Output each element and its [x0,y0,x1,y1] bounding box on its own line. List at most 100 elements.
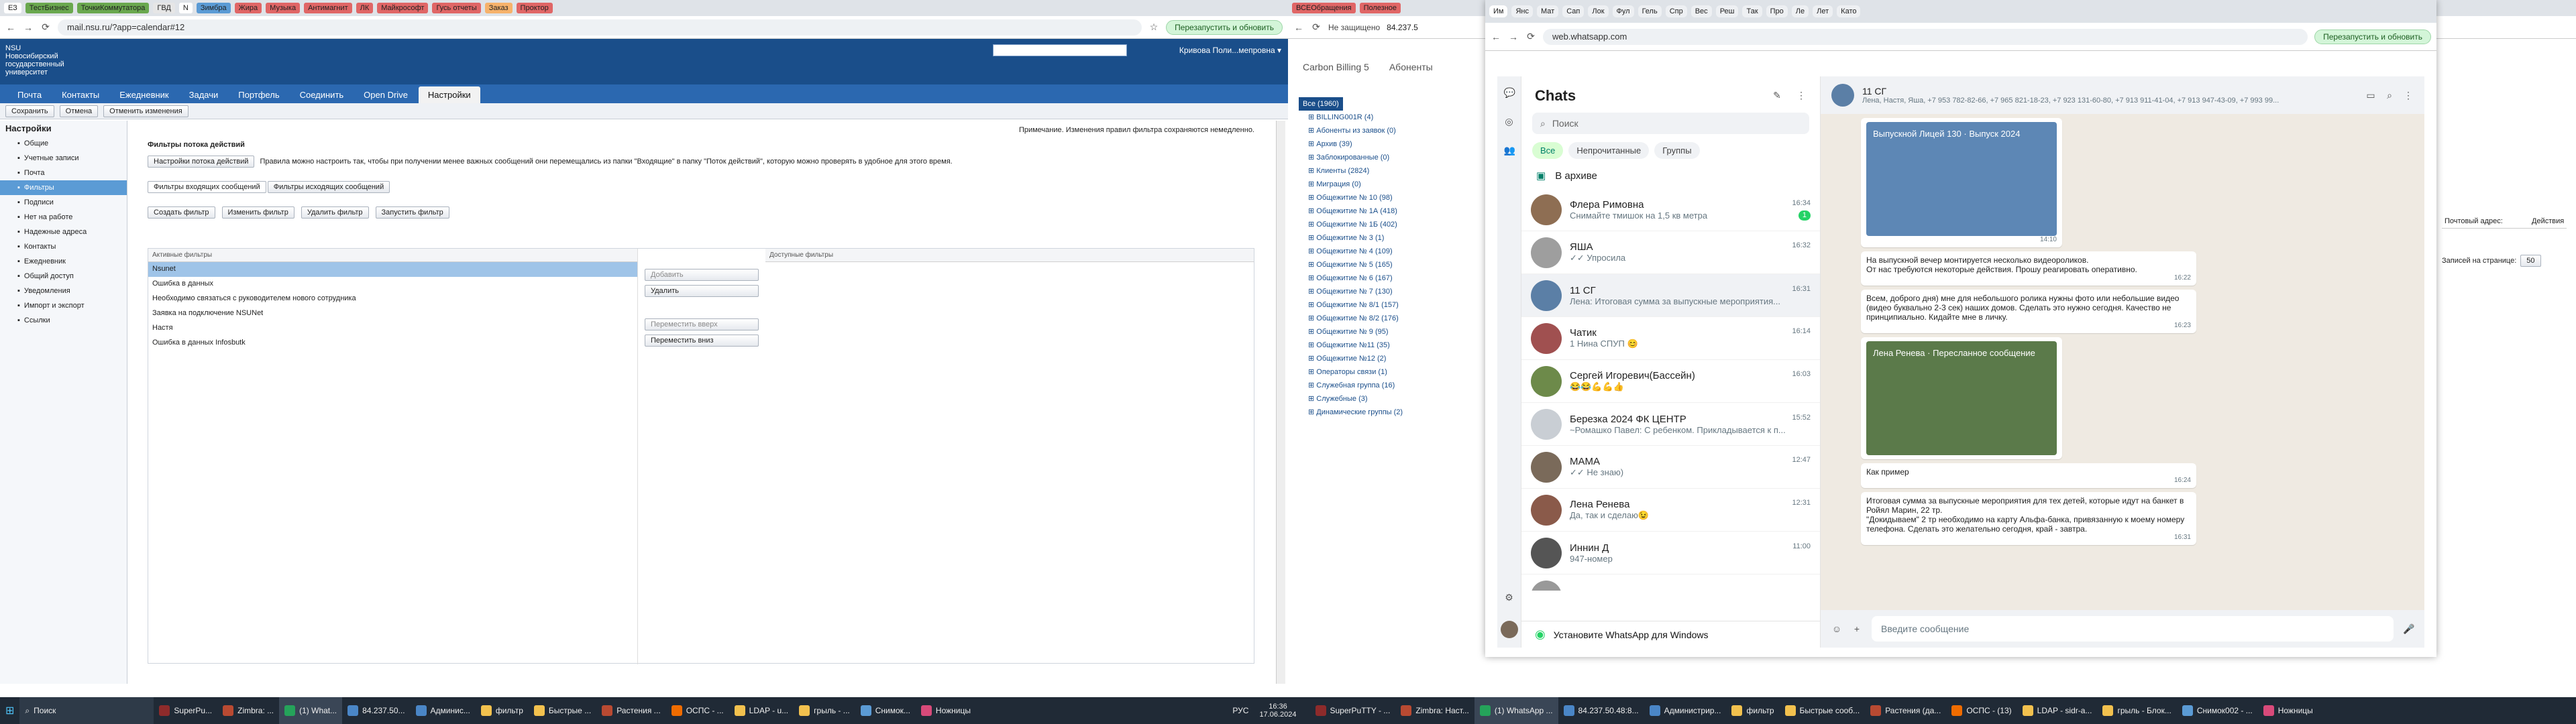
group-item[interactable]: Все (1960) [1299,97,1343,111]
bookmark[interactable]: Зимбра [196,3,231,13]
chat-list-item[interactable]: Сергей Игоревич(Бассейн) 16:03 😂😂💪💪👍 [1521,360,1820,403]
subscribers-tab[interactable]: Абоненты [1389,62,1433,72]
group-item[interactable]: ⊞ Архив (39) [1288,137,1483,151]
filter-tab[interactable]: Фильтры входящих сообщений [148,181,266,193]
bookmark[interactable]: Проктор [516,3,553,13]
taskbar-app[interactable]: LDAP - sidr-a... [2017,697,2098,724]
bookmark[interactable]: Жира [234,3,262,13]
chat-list-item[interactable]: Березка 2024 ФК ЦЕНТР 15:52 ~Ромашко Павел… [1521,403,1820,446]
move-up-button[interactable]: Переместить вверх [645,318,759,330]
sidebar-item[interactable]: ▪ Фильтры [0,180,127,195]
reload-icon[interactable]: ⟳ [1525,31,1536,42]
communities-icon[interactable]: 👥 [1504,145,1515,156]
cancel-button[interactable]: Отмена [59,105,99,117]
filter-chip[interactable]: Непрочитанные [1568,142,1650,159]
group-item[interactable]: ⊞ Общежитие №12 (2) [1288,352,1483,365]
sidebar-item[interactable]: ▪ Ежедневник [0,254,127,269]
browser-tab[interactable]: Мат [1537,5,1559,17]
bookmark[interactable]: Антимагнит [304,3,352,13]
nav-tab[interactable]: Портфель [229,86,288,103]
browser-tab[interactable]: Лет [1813,5,1833,17]
bookmark[interactable]: Заказ [484,3,513,13]
taskbar-app[interactable]: фильтр [1726,697,1779,724]
group-item[interactable]: ⊞ Общежитие №11 (35) [1288,339,1483,352]
forward-icon[interactable]: → [23,22,34,33]
bookmark[interactable]: ГВД [153,3,175,13]
bookmark[interactable]: Полезное [1359,3,1401,13]
chat-list-item[interactable]: Лена Ренева 12:31 Да, так и сделаю😉 [1521,489,1820,532]
taskbar-app[interactable]: SuperPuTTY - ... [1310,697,1396,724]
bookmark[interactable]: ТестБизнес [25,3,73,13]
group-item[interactable]: ⊞ Общежитие № 10 (98) [1288,191,1483,204]
group-item[interactable]: ⊞ Общежитие № 5 (165) [1288,258,1483,272]
filter-row[interactable]: Необходимо связаться с руководителем нов… [148,292,637,306]
forward-icon[interactable]: → [1508,32,1519,42]
filter-action-button[interactable]: Создать фильтр [148,206,215,219]
taskbar-app[interactable]: Zimbra: Наст... [1395,697,1474,724]
sidebar-item[interactable]: ▪ Подписи [0,195,127,210]
group-item[interactable]: ⊞ Общежитие № 3 (1) [1288,231,1483,245]
language-indicator[interactable]: РУС [1227,697,1254,724]
taskbar-app[interactable]: Снимок002 - ... [2177,697,2258,724]
nav-tab[interactable]: Ежедневник [110,86,178,103]
taskbar-app[interactable]: 84.237.50... [342,697,410,724]
conversation-header[interactable]: 11 СГ Лена, Настя, Яша, +7 953 782-82-66… [1821,76,2424,114]
browser-tab[interactable]: Вес [1690,5,1712,17]
filter-chip[interactable]: Группы [1654,142,1700,159]
search-input[interactable]: ⌕ Поиск [1532,113,1809,134]
bookmark[interactable]: Гусь отчеты [432,3,481,13]
filter-tab[interactable]: Фильтры исходящих сообщений [267,181,390,193]
taskbar-app[interactable]: Растения ... [596,697,665,724]
message-bubble[interactable]: Лена Ренева · Пересланное сообщение [1861,337,2062,459]
message-image[interactable]: Лена Ренева · Пересланное сообщение [1866,341,2057,455]
nav-tab[interactable]: Open Drive [354,86,417,103]
taskbar-app[interactable]: (1) What... [279,697,343,724]
group-item[interactable]: ⊞ Общежитие № 8/1 (157) [1288,298,1483,312]
back-icon[interactable]: ← [1491,32,1501,42]
microphone-icon[interactable]: 🎤 [2403,623,2414,635]
filter-action-button[interactable]: Удалить фильтр [301,206,369,219]
taskbar-app[interactable]: Ножницы [916,697,976,724]
taskbar-app[interactable]: Снимок... [855,697,916,724]
sidebar-item[interactable]: ▪ Импорт и экспорт [0,298,127,313]
taskbar-app[interactable]: грыль - ... [794,697,855,724]
menu-icon[interactable]: ⋮ [1796,90,1807,101]
chat-list-item[interactable]: Чатик 16:14 1 Нина СПУП 😊 [1521,317,1820,360]
nav-tab[interactable]: Настройки [418,86,480,103]
bookmark[interactable]: ЕЗ [4,3,21,13]
bookmark[interactable]: ЛК [356,3,374,13]
nav-tab[interactable]: Соединить [290,86,354,103]
browser-tab[interactable]: Так [1742,5,1762,17]
group-item[interactable]: ⊞ Общежитие № 4 (109) [1288,245,1483,258]
sidebar-item[interactable]: ▪ Учетные записи [0,151,127,166]
group-item[interactable]: ⊞ Служебная группа (16) [1288,379,1483,392]
status-icon[interactable]: ◎ [1504,116,1515,127]
attach-icon[interactable]: + [1851,623,1862,634]
taskbar-app[interactable]: ОСПС - (13) [1946,697,2017,724]
taskbar-app[interactable]: (1) WhatsApp ... [1474,697,1558,724]
sidebar-item[interactable]: ▪ Надежные адреса [0,225,127,239]
nav-tab[interactable]: Контакты [52,86,109,103]
bookmark[interactable]: Музыка [266,3,301,13]
group-item[interactable]: ⊞ Клиенты (2824) [1288,164,1483,178]
start-button[interactable]: ⊞ [0,697,19,724]
filter-row[interactable]: Ошибка в данных [148,277,637,292]
filter-row[interactable]: Заявка на подключение NSUNet [148,306,637,321]
sidebar-item[interactable]: ▪ Почта [0,166,127,180]
sidebar-item[interactable]: ▪ Ссылки [0,313,127,328]
message-bubble[interactable]: На выпускной вечер монтируется несколько… [1861,251,2196,286]
sidebar-item[interactable]: ▪ Нет на работе [0,210,127,225]
browser-tab[interactable]: Като [1837,5,1861,17]
message-bubble[interactable]: Выпускной Лицей 130 · Выпуск 2024 14:10 [1861,118,2062,247]
browser-tab[interactable]: Им [1489,5,1508,17]
bookmark[interactable]: Майкрософт [377,3,429,13]
back-icon[interactable]: ← [5,22,16,33]
group-item[interactable]: ⊞ Заблокированные (0) [1288,151,1483,164]
browser-tab[interactable]: Реш [1715,5,1739,17]
taskbar-app[interactable]: Администрир... [1644,697,1727,724]
bookmark[interactable]: ВСЕОбращения [1292,3,1356,13]
message-bubble[interactable]: Как пример 16:24 [1861,463,2196,488]
taskbar-app[interactable]: Быстрые сооб... [1780,697,1866,724]
group-item[interactable]: ⊞ Общежитие № 7 (130) [1288,285,1483,298]
sidebar-item[interactable]: ▪ Общие [0,136,127,151]
